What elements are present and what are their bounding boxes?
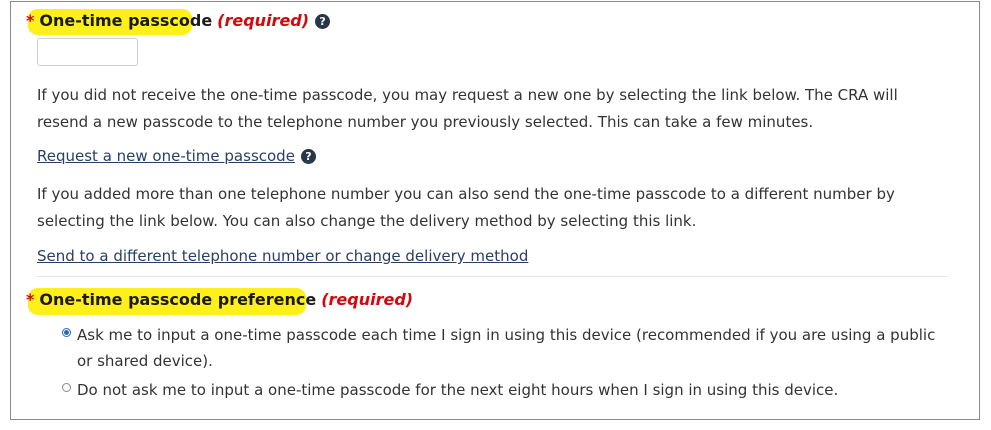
question-circle-icon[interactable]: ?: [315, 13, 331, 29]
question-circle-icon[interactable]: ?: [300, 148, 316, 164]
required-text: (required): [321, 290, 414, 309]
preference-option-each-time[interactable]: Ask me to input a one-time passcode each…: [62, 322, 952, 374]
passcode-input[interactable]: [37, 38, 138, 66]
preference-option-label[interactable]: Do not ask me to input a one-time passco…: [77, 377, 838, 403]
radio-button-selected[interactable]: [62, 328, 71, 337]
radio-button[interactable]: [62, 383, 71, 392]
different-number-link[interactable]: Send to a different telephone number or …: [37, 245, 528, 267]
preference-label-text: One-time passcode preference: [39, 290, 317, 309]
passcode-label-text: One-time passcode: [39, 11, 213, 30]
different-number-link-label[interactable]: Send to a different telephone number or …: [37, 245, 528, 267]
required-text: (required): [217, 11, 310, 30]
resend-instructions: If you did not receive the one-time pass…: [37, 86, 898, 131]
request-new-passcode-link[interactable]: Request a new one-time passcode ?: [37, 145, 316, 167]
section-divider: [37, 276, 947, 277]
preference-option-eight-hours[interactable]: Do not ask me to input a one-time passco…: [62, 377, 952, 403]
preference-option-label[interactable]: Ask me to input a one-time passcode each…: [77, 322, 952, 374]
request-new-passcode-link-label[interactable]: Request a new one-time passcode: [37, 145, 295, 167]
required-asterisk: *: [26, 290, 35, 309]
required-asterisk: *: [26, 11, 35, 30]
preference-label: * One-time passcode preference (required…: [26, 289, 413, 311]
other-number-instructions: If you added more than one telephone num…: [37, 185, 895, 230]
passcode-label: * One-time passcode (required) ?: [26, 10, 331, 32]
